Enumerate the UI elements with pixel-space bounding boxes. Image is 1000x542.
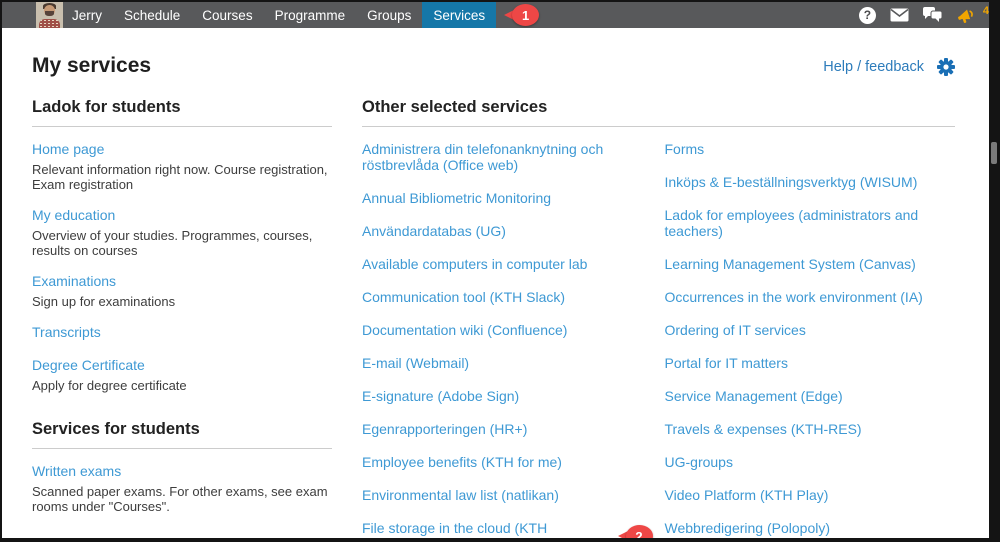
topbar-icons: ? — [859, 2, 977, 28]
list-item: My education Overview of your studies. P… — [32, 207, 332, 258]
page-header: My services Help / feedback — [32, 54, 955, 78]
menu-item-groups[interactable]: Groups — [356, 2, 422, 28]
link-email-webmail[interactable]: E-mail (Webmail) — [362, 355, 469, 371]
link-administrera-telefonanknytning[interactable]: Administrera din telefonanknytning och r… — [362, 141, 653, 173]
link-annual-bibliometric[interactable]: Annual Bibliometric Monitoring — [362, 190, 551, 206]
menu-item-programme[interactable]: Programme — [264, 2, 357, 28]
link-travels-expenses-kthres[interactable]: Travels & expenses (KTH-RES) — [665, 421, 862, 437]
link-description: Sign up for examinations — [32, 294, 332, 309]
link-description: Relevant information right now. Course r… — [32, 162, 332, 192]
link-portal-it-matters[interactable]: Portal for IT matters — [665, 355, 788, 371]
link-webbredigering-polopoly[interactable]: Webbredigering (Polopoly) — [665, 520, 831, 536]
list-item: Examinations Sign up for examinations — [32, 273, 332, 309]
chat-icon[interactable] — [923, 7, 943, 23]
link-transcripts[interactable]: Transcripts — [32, 324, 101, 340]
menu-item-user[interactable]: Jerry — [63, 2, 113, 28]
link-ladok-for-employees[interactable]: Ladok for employees (administrators and … — [665, 207, 956, 239]
help-icon[interactable]: ? — [859, 7, 876, 24]
link-environmental-law-list[interactable]: Environmental law list (natlikan) — [362, 487, 559, 503]
help-feedback-link[interactable]: Help / feedback — [823, 59, 924, 75]
link-description: Overview of your studies. Programmes, co… — [32, 228, 332, 258]
link-communication-tool-slack[interactable]: Communication tool (KTH Slack) — [362, 289, 565, 305]
list-item: Transcripts — [32, 324, 332, 342]
section-heading-services-students: Services for students — [32, 420, 332, 439]
my-services-page: My services Help / feedback — [2, 28, 989, 538]
link-lms-canvas[interactable]: Learning Management System (Canvas) — [665, 256, 916, 272]
notification-count-badge[interactable]: 4 — [983, 5, 989, 17]
annotation-step-1-number: 1 — [512, 4, 539, 26]
top-menu-bar: Jerry Schedule Courses Programme Groups … — [2, 2, 989, 28]
gear-icon[interactable] — [937, 58, 955, 76]
annotation-step-2-number: 2 — [626, 525, 653, 538]
link-anvandardatabas-ug[interactable]: Användardatabas (UG) — [362, 223, 506, 239]
list-item: File storage in the cloud (KTH OneDrive)… — [362, 520, 653, 538]
link-ordering-it-services[interactable]: Ordering of IT services — [665, 322, 806, 338]
menu-item-courses[interactable]: Courses — [191, 2, 263, 28]
avatar[interactable] — [36, 2, 63, 28]
divider — [32, 448, 332, 449]
content-columns: Ladok for students Home page Relevant in… — [32, 98, 955, 538]
link-degree-certificate[interactable]: Degree Certificate — [32, 357, 145, 373]
link-ug-groups[interactable]: UG-groups — [665, 454, 733, 470]
link-service-management-edge[interactable]: Service Management (Edge) — [665, 388, 843, 404]
section-heading-other-services: Other selected services — [362, 98, 955, 117]
avatar-shirt — [39, 19, 60, 28]
mail-icon[interactable] — [890, 8, 909, 22]
service-column-2: Forms Inköps & E-beställningsverktyg (WI… — [665, 141, 956, 538]
link-inkops-wisum[interactable]: Inköps & E-beställningsverktyg (WISUM) — [665, 174, 918, 190]
list-item: Home page Relevant information right now… — [32, 141, 332, 192]
link-video-platform-kthplay[interactable]: Video Platform (KTH Play) — [665, 487, 829, 503]
annotation-step-2-badge: 2 — [618, 525, 653, 538]
browser-frame: Jerry Schedule Courses Programme Groups … — [0, 0, 1000, 542]
link-egenrapporteringen-hr[interactable]: Egenrapporteringen (HR+) — [362, 421, 527, 437]
link-description: Scanned paper exams. For other exams, se… — [32, 484, 332, 514]
vertical-scrollbar-thumb[interactable] — [991, 142, 997, 164]
link-occurrences-work-environment[interactable]: Occurrences in the work environment (IA) — [665, 289, 923, 305]
service-link-columns: Administrera din telefonanknytning och r… — [362, 141, 955, 538]
service-column-1: Administrera din telefonanknytning och r… — [362, 141, 653, 538]
annotation-step-1-badge: 1 — [504, 4, 539, 26]
link-available-computers[interactable]: Available computers in computer lab — [362, 256, 587, 272]
link-file-storage-onedrive[interactable]: File storage in the cloud (KTH OneDrive) — [362, 520, 608, 538]
divider — [32, 126, 332, 127]
megaphone-icon[interactable] — [957, 7, 977, 24]
list-item: Written exams Scanned paper exams. For o… — [32, 463, 332, 514]
link-documentation-wiki-confluence[interactable]: Documentation wiki (Confluence) — [362, 322, 567, 338]
menu-item-services-active[interactable]: Services — [422, 2, 496, 28]
link-description: Apply for degree certificate — [32, 378, 332, 393]
section-heading-ladok: Ladok for students — [32, 98, 332, 117]
other-services-area: Other selected services Administrera din… — [362, 98, 955, 538]
link-employee-benefits[interactable]: Employee benefits (KTH for me) — [362, 454, 562, 470]
list-item: Degree Certificate Apply for degree cert… — [32, 357, 332, 393]
services-for-students-section: Services for students Written exams Scan… — [32, 420, 332, 514]
link-forms[interactable]: Forms — [665, 141, 705, 157]
link-my-education[interactable]: My education — [32, 207, 115, 223]
menu-item-schedule[interactable]: Schedule — [113, 2, 191, 28]
link-written-exams[interactable]: Written exams — [32, 463, 121, 479]
ladok-column: Ladok for students Home page Relevant in… — [32, 98, 332, 538]
link-home-page[interactable]: Home page — [32, 141, 104, 157]
link-examinations[interactable]: Examinations — [32, 273, 116, 289]
avatar-beard — [45, 11, 54, 16]
topbar-spacer — [539, 2, 859, 28]
page-title: My services — [32, 54, 151, 78]
header-actions: Help / feedback — [823, 58, 955, 76]
link-esignature-adobe-sign[interactable]: E-signature (Adobe Sign) — [362, 388, 519, 404]
divider — [362, 126, 955, 127]
